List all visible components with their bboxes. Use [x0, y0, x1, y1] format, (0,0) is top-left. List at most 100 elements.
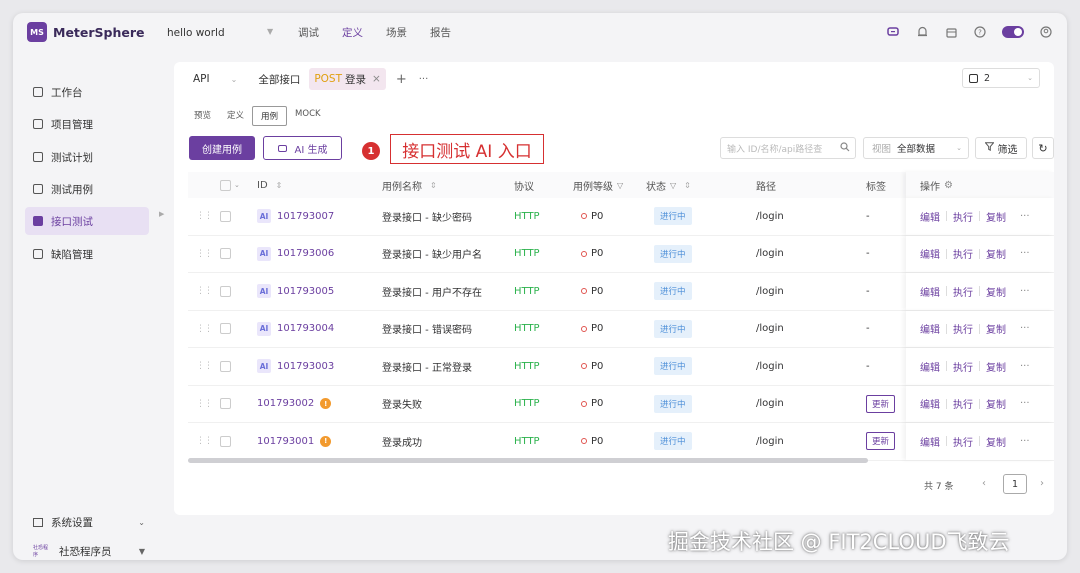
subtab-preview[interactable]: 预览 — [186, 106, 219, 126]
copy-button[interactable]: 复制 — [986, 434, 1006, 449]
gear-icon[interactable]: ⚙ — [944, 180, 953, 191]
chevron-down-icon[interactable]: ▼ — [267, 27, 273, 36]
more-icon[interactable]: ··· — [1020, 436, 1030, 447]
sidebar-item-test-case[interactable]: 测试用例 — [25, 175, 149, 203]
bell-icon[interactable] — [915, 25, 929, 39]
edit-button[interactable]: 编辑 — [920, 434, 940, 449]
select-all-checkbox[interactable]: ⌄ — [220, 172, 240, 198]
sidebar-item-workbench[interactable]: 工作台 — [25, 78, 149, 106]
filter-button[interactable]: 筛选 — [975, 137, 1027, 159]
collapse-arrow-icon[interactable]: ▶ — [159, 210, 164, 218]
copy-button[interactable]: 复制 — [986, 396, 1006, 411]
table-row[interactable]: ⋮⋮ AI 101793005 登录接口 - 用户不存在 HTTP P0 进行中 … — [188, 273, 1054, 311]
table-row[interactable]: ⋮⋮ AI 101793004 登录接口 - 错误密码 HTTP P0 进行中 /… — [188, 310, 1054, 348]
chat-icon[interactable] — [886, 25, 900, 39]
drag-handle-icon[interactable]: ⋮⋮ — [196, 386, 213, 423]
more-icon[interactable]: ··· — [1020, 323, 1030, 334]
project-selector[interactable]: hello world — [167, 27, 225, 39]
chevron-down-icon[interactable]: ⌄ — [231, 75, 238, 84]
update-tag-button[interactable]: 更新 — [866, 432, 896, 451]
row-checkbox[interactable] — [220, 198, 231, 235]
status-cell[interactable]: 进行中 — [654, 236, 692, 273]
more-icon[interactable]: ··· — [1020, 211, 1030, 222]
edit-button[interactable]: 编辑 — [920, 396, 940, 411]
drag-handle-icon[interactable]: ⋮⋮ — [196, 236, 213, 273]
case-id[interactable]: 101793003 — [277, 361, 334, 372]
topnav-scenario[interactable]: 场景 — [386, 25, 407, 40]
case-name[interactable]: 登录失败 — [382, 386, 422, 423]
case-name[interactable]: 登录接口 - 用户不存在 — [382, 273, 482, 310]
case-name[interactable]: 登录成功 — [382, 423, 422, 460]
sidebar-item-bug[interactable]: 缺陷管理 — [25, 240, 149, 268]
status-cell[interactable]: 进行中 — [654, 311, 692, 348]
run-button[interactable]: 执行 — [953, 396, 973, 411]
topnav-definition[interactable]: 定义 — [342, 25, 363, 40]
current-page[interactable]: 1 — [1003, 474, 1027, 494]
tab-all-apis[interactable]: 全部接口 — [253, 68, 305, 90]
add-tab-icon[interactable]: + — [396, 72, 407, 87]
topnav-debug[interactable]: 调试 — [298, 25, 319, 40]
search-input[interactable]: 输入 ID/名称/api路径查 — [720, 137, 856, 159]
table-row[interactable]: ⋮⋮ AI 101793007 登录接口 - 缺少密码 HTTP P0 进行中 /… — [188, 198, 1054, 236]
protocol-select[interactable]: API — [188, 68, 215, 90]
prev-page-icon[interactable]: ‹ — [982, 478, 986, 489]
calendar-icon[interactable] — [944, 25, 958, 39]
more-icon[interactable]: ··· — [1020, 361, 1030, 372]
run-button[interactable]: 执行 — [953, 284, 973, 299]
table-row[interactable]: ⋮⋮ AI 101793003 登录接口 - 正常登录 HTTP P0 进行中 /… — [188, 348, 1054, 386]
status-cell[interactable]: 进行中 — [654, 423, 692, 460]
tab-post-login[interactable]: POST 登录 × — [309, 68, 386, 90]
subtab-definition[interactable]: 定义 — [219, 106, 252, 126]
org-selector[interactable]: 社恐程序 社恐程序员 ▼ — [25, 540, 149, 560]
next-page-icon[interactable]: › — [1040, 478, 1044, 489]
environment-select[interactable]: 2 ⌄ — [962, 68, 1040, 88]
edit-button[interactable]: 编辑 — [920, 321, 940, 336]
status-cell[interactable]: 进行中 — [654, 198, 692, 235]
run-button[interactable]: 执行 — [953, 434, 973, 449]
case-name[interactable]: 登录接口 - 缺少用户名 — [382, 236, 482, 273]
case-name[interactable]: 登录接口 - 正常登录 — [382, 348, 472, 385]
copy-button[interactable]: 复制 — [986, 246, 1006, 261]
col-name[interactable]: 用例名称 ⇕ — [382, 172, 437, 198]
status-cell[interactable]: 进行中 — [654, 386, 692, 423]
more-icon[interactable]: ··· — [1020, 248, 1030, 259]
case-id[interactable]: 101793007 — [277, 211, 334, 222]
more-icon[interactable]: ··· — [1020, 398, 1030, 409]
topnav-report[interactable]: 报告 — [430, 25, 451, 40]
table-row[interactable]: ⋮⋮ 101793001! 登录成功 HTTP P0 进行中 /login 更新… — [188, 423, 1054, 461]
more-icon[interactable]: ··· — [419, 74, 429, 85]
system-settings[interactable]: 系统设置 ⌄ — [25, 511, 149, 533]
row-checkbox[interactable] — [220, 273, 231, 310]
horizontal-scrollbar[interactable] — [188, 458, 868, 463]
sidebar-item-project[interactable]: 项目管理 — [25, 110, 149, 138]
more-icon[interactable]: ··· — [1020, 286, 1030, 297]
ai-generate-button[interactable]: AI 生成 — [263, 136, 342, 160]
row-checkbox[interactable] — [220, 311, 231, 348]
drag-handle-icon[interactable]: ⋮⋮ — [196, 311, 213, 348]
case-id[interactable]: 101793002 — [257, 398, 314, 409]
subtab-cases[interactable]: 用例 — [252, 106, 288, 126]
view-select[interactable]: 视图 全部数据 ⌄ — [863, 137, 969, 159]
run-button[interactable]: 执行 — [953, 321, 973, 336]
drag-handle-icon[interactable]: ⋮⋮ — [196, 348, 213, 385]
copy-button[interactable]: 复制 — [986, 359, 1006, 374]
row-checkbox[interactable] — [220, 236, 231, 273]
col-id[interactable]: ID ⇕ — [257, 172, 282, 198]
refresh-button[interactable]: ↻ — [1032, 137, 1054, 159]
close-icon[interactable]: × — [372, 73, 381, 85]
edit-button[interactable]: 编辑 — [920, 246, 940, 261]
col-status[interactable]: 状态 ▽ ⇕ — [646, 172, 691, 198]
create-case-button[interactable]: 创建用例 — [189, 136, 255, 160]
copy-button[interactable]: 复制 — [986, 321, 1006, 336]
drag-handle-icon[interactable]: ⋮⋮ — [196, 198, 213, 235]
logo[interactable]: MS MeterSphere — [27, 22, 145, 42]
edit-button[interactable]: 编辑 — [920, 209, 940, 224]
run-button[interactable]: 执行 — [953, 209, 973, 224]
copy-button[interactable]: 复制 — [986, 284, 1006, 299]
copy-button[interactable]: 复制 — [986, 209, 1006, 224]
help-icon[interactable]: ? — [973, 25, 987, 39]
edit-button[interactable]: 编辑 — [920, 284, 940, 299]
subtab-mock[interactable]: MOCK — [287, 106, 329, 126]
table-row[interactable]: ⋮⋮ AI 101793006 登录接口 - 缺少用户名 HTTP P0 进行中 … — [188, 235, 1054, 273]
run-button[interactable]: 执行 — [953, 246, 973, 261]
